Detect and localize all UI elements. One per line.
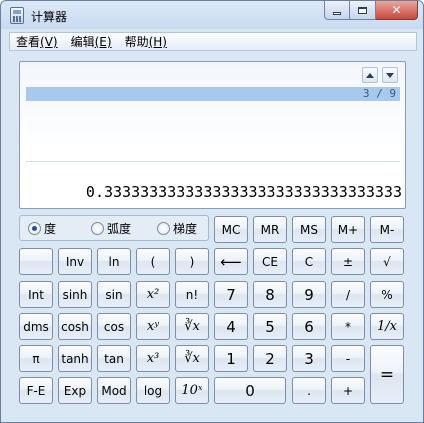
radio-degrees[interactable]: 度 xyxy=(28,220,56,237)
menu-help-label: 帮助 xyxy=(124,35,149,49)
ln-button[interactable]: ln xyxy=(97,248,131,275)
equals-button[interactable]: = xyxy=(370,345,404,404)
radio-gradians[interactable]: 梯度 xyxy=(157,220,197,237)
digit-6-button[interactable]: 6 xyxy=(292,313,326,340)
dms-button[interactable]: dms xyxy=(19,313,53,340)
tanh-button[interactable]: tanh xyxy=(58,345,92,372)
close-button[interactable]: ✕ xyxy=(376,1,418,20)
menu-edit-mnemonic: (E) xyxy=(94,35,112,49)
digit-2-button[interactable]: 2 xyxy=(253,345,287,372)
sin-button[interactable]: sin xyxy=(97,281,131,308)
arrow-up-icon xyxy=(366,72,374,78)
menu-view-label: 查看 xyxy=(16,35,41,49)
backspace-button[interactable]: ⟵ xyxy=(214,248,248,275)
menu-edit-label: 编辑 xyxy=(70,35,95,49)
menu-bar: 查看(V) 编辑(E) 帮助(H) xyxy=(9,32,417,51)
calculator-display: 3 / 9 0.33333333333333333333333333333333… xyxy=(19,61,406,209)
right-paren-button[interactable]: ) xyxy=(175,248,209,275)
history-up-button[interactable] xyxy=(362,67,378,83)
radio-radians[interactable]: 弧度 xyxy=(91,220,131,237)
digit-1-button[interactable]: 1 xyxy=(214,345,248,372)
minimize-icon xyxy=(333,11,341,15)
result-value: 0.333333333333333333333333333333333 xyxy=(85,183,402,201)
arrow-down-icon xyxy=(386,72,394,78)
radio-degrees-indicator xyxy=(28,222,41,235)
plus-minus-button[interactable]: ± xyxy=(331,248,365,275)
blank-button[interactable] xyxy=(19,248,53,275)
title-bar[interactable]: 计算器 ✕ xyxy=(1,1,423,31)
menu-view[interactable]: 查看(V) xyxy=(10,33,65,50)
calculator-app-icon xyxy=(10,7,24,24)
digit-5-button[interactable]: 5 xyxy=(253,313,287,340)
menu-view-mnemonic: (V) xyxy=(40,35,58,49)
fe-button[interactable]: F-E xyxy=(19,377,53,404)
close-icon: ✕ xyxy=(391,3,402,17)
m-minus-button[interactable]: M- xyxy=(370,216,404,243)
radio-degrees-label: 度 xyxy=(44,222,57,236)
log-button[interactable]: log xyxy=(136,377,170,404)
mod-button[interactable]: Mod xyxy=(97,377,131,404)
mr-button[interactable]: MR xyxy=(253,216,287,243)
ten-pow-x-button[interactable]: 10ˣ xyxy=(175,377,209,404)
angle-mode-group: 度 弧度 梯度 xyxy=(19,215,209,241)
int-button[interactable]: Int xyxy=(19,281,53,308)
window-controls: ✕ xyxy=(324,1,418,20)
cosh-button[interactable]: cosh xyxy=(58,313,92,340)
radio-gradians-label: 梯度 xyxy=(173,222,198,236)
reciprocal-button[interactable]: 1/x xyxy=(370,313,404,340)
decimal-button[interactable]: . xyxy=(292,377,326,404)
c-button[interactable]: C xyxy=(292,248,326,275)
display-divider xyxy=(26,161,400,162)
sinh-button[interactable]: sinh xyxy=(58,281,92,308)
radio-gradians-indicator xyxy=(157,222,170,235)
sqrt-button[interactable]: √ xyxy=(370,248,404,275)
subtract-button[interactable]: - xyxy=(331,345,365,372)
x-squared-button[interactable]: x² xyxy=(136,281,170,308)
m-plus-button[interactable]: M+ xyxy=(331,216,365,243)
history-expression[interactable]: 3 / 9 xyxy=(26,87,400,101)
digit-8-button[interactable]: 8 xyxy=(253,281,287,308)
menu-edit[interactable]: 编辑(E) xyxy=(65,33,119,50)
tan-button[interactable]: tan xyxy=(97,345,131,372)
ms-button[interactable]: MS xyxy=(292,216,326,243)
exp-button[interactable]: Exp xyxy=(58,377,92,404)
digit-0-button[interactable]: 0 xyxy=(214,377,286,404)
cos-button[interactable]: cos xyxy=(97,313,131,340)
y-root-x-button[interactable]: ∛x xyxy=(175,313,209,340)
percent-button[interactable]: % xyxy=(370,281,404,308)
maximize-button[interactable] xyxy=(350,1,376,20)
cube-root-button[interactable]: ∛x xyxy=(175,345,209,372)
maximize-icon xyxy=(358,6,367,14)
history-down-button[interactable] xyxy=(382,67,398,83)
multiply-button[interactable]: * xyxy=(331,313,365,340)
digit-9-button[interactable]: 9 xyxy=(292,281,326,308)
digit-3-button[interactable]: 3 xyxy=(292,345,326,372)
window-title: 计算器 xyxy=(31,10,68,24)
digit-7-button[interactable]: 7 xyxy=(214,281,248,308)
left-paren-button[interactable]: ( xyxy=(136,248,170,275)
factorial-button[interactable]: n! xyxy=(175,281,209,308)
menu-help[interactable]: 帮助(H) xyxy=(119,33,174,50)
calculator-window: 计算器 ✕ 查看(V) 编辑(E) 帮助(H) 3 / 9 0.33333333… xyxy=(0,0,424,423)
x-pow-y-button[interactable]: xʸ xyxy=(136,313,170,340)
mc-button[interactable]: MC xyxy=(214,216,248,243)
pi-button[interactable]: π xyxy=(19,345,53,372)
minimize-button[interactable] xyxy=(324,1,350,20)
inv-button[interactable]: Inv xyxy=(58,248,92,275)
radio-radians-indicator xyxy=(91,222,104,235)
digit-4-button[interactable]: 4 xyxy=(214,313,248,340)
ce-button[interactable]: CE xyxy=(253,248,287,275)
menu-help-mnemonic: (H) xyxy=(148,35,167,49)
divide-button[interactable]: / xyxy=(331,281,365,308)
radio-radians-label: 弧度 xyxy=(107,222,132,236)
x-cubed-button[interactable]: x³ xyxy=(136,345,170,372)
add-button[interactable]: + xyxy=(331,377,365,404)
